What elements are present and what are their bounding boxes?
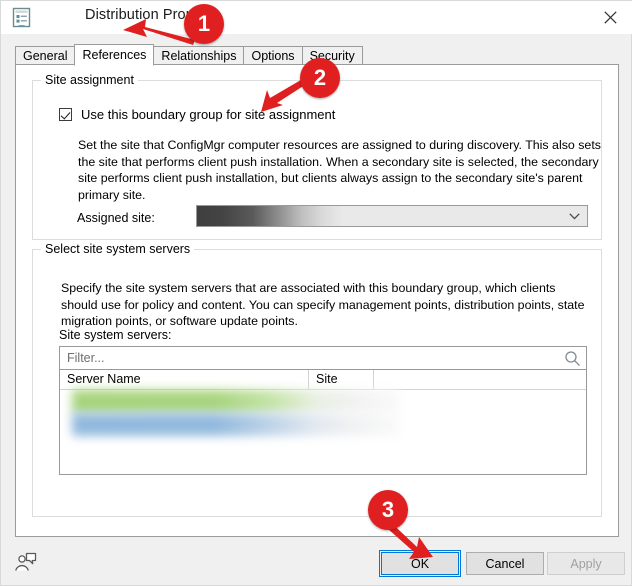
tab-content-panel: Site assignment Use this boundary group …	[15, 64, 619, 537]
use-boundary-group-checkbox-row[interactable]: Use this boundary group for site assignm…	[59, 107, 335, 122]
assigned-site-dropdown[interactable]	[196, 205, 588, 227]
use-boundary-group-checkbox-label: Use this boundary group for site assignm…	[81, 107, 336, 122]
tab-references[interactable]: References	[74, 44, 155, 66]
annotation-marker-3: 3	[368, 490, 408, 530]
redacted-row-content	[72, 390, 400, 413]
site-assignment-group-label: Site assignment	[41, 73, 138, 87]
site-system-servers-listview[interactable]: Server Name Site	[59, 370, 587, 475]
column-header-site[interactable]: Site	[309, 370, 374, 389]
ok-button[interactable]: OK	[379, 550, 461, 577]
search-icon[interactable]	[564, 350, 581, 370]
annotation-marker-1: 1	[184, 4, 224, 44]
chevron-down-icon[interactable]	[563, 207, 585, 225]
assigned-site-label: Assigned site:	[77, 211, 155, 225]
apply-button: Apply	[547, 552, 625, 575]
user-feedback-icon[interactable]	[13, 549, 39, 575]
properties-dialog-window: Distribution Proper General References R…	[0, 0, 632, 586]
use-boundary-group-checkbox[interactable]	[59, 108, 72, 121]
table-row[interactable]	[60, 390, 586, 413]
site-system-servers-list-label: Site system servers:	[59, 328, 172, 342]
tab-relationships[interactable]: Relationships	[153, 46, 245, 65]
cancel-button[interactable]: Cancel	[466, 552, 544, 575]
redacted-row-content	[72, 413, 400, 436]
site-system-servers-description: Specify the site system servers that are…	[61, 281, 585, 328]
column-header-server-name[interactable]: Server Name	[60, 370, 310, 389]
title-bar: Distribution Proper	[1, 1, 632, 34]
listview-header: Server Name Site	[60, 370, 586, 390]
site-assignment-description: Set the site that ConfigMgr computer res…	[78, 138, 601, 202]
tab-options[interactable]: Options	[243, 46, 303, 65]
site-assignment-group: Site assignment Use this boundary group …	[32, 73, 602, 240]
annotation-marker-2: 2	[300, 58, 340, 98]
filter-input[interactable]: Filter...	[59, 346, 587, 370]
filter-input-placeholder: Filter...	[67, 351, 105, 365]
column-header-extra[interactable]	[374, 370, 586, 389]
properties-document-icon	[11, 7, 32, 28]
assigned-site-redacted-value	[197, 206, 343, 226]
site-system-servers-group: Select site system servers Specify the s…	[32, 242, 602, 517]
tab-general[interactable]: General	[15, 46, 76, 65]
table-row[interactable]	[60, 413, 586, 436]
site-system-servers-group-label: Select site system servers	[41, 242, 195, 256]
close-icon[interactable]	[587, 1, 632, 34]
